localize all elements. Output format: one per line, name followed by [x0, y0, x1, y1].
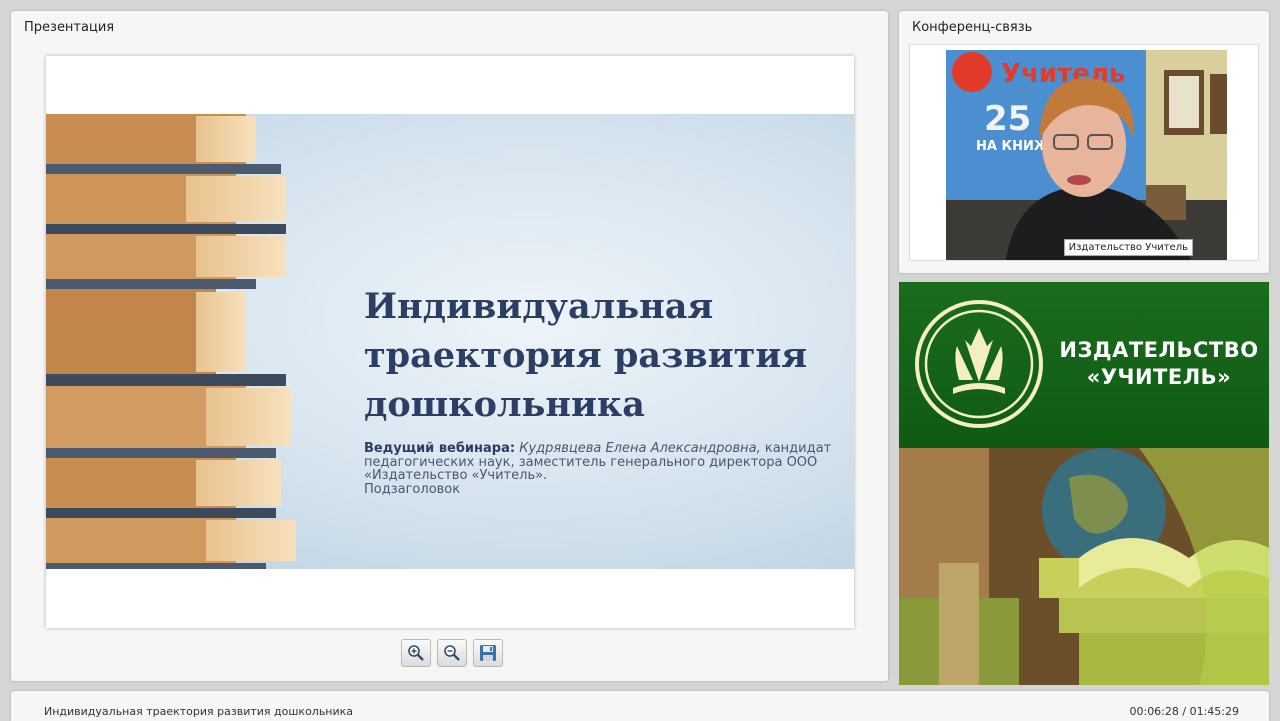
brand-line-1: ИЗДАТЕЛЬСТВО [1059, 338, 1259, 362]
conference-panel-title: Конференц-связь [912, 20, 1033, 35]
conference-panel: Конференц-связь Учитель 25 НА КНИЖ Издат… [899, 11, 1269, 273]
publisher-logo-icon [915, 300, 1043, 428]
zoom-in-icon [408, 645, 424, 661]
zoom-in-button[interactable] [401, 639, 431, 667]
slide-body: Индивидуальная траектория развития дошко… [46, 114, 854, 569]
book-1 [46, 114, 256, 164]
video-participant-label: Издательство Учитель [1063, 239, 1193, 256]
presentation-panel-title: Презентация [24, 20, 115, 35]
slide: Индивидуальная траектория развития дошко… [46, 56, 854, 628]
save-icon [480, 645, 496, 661]
book-2 [46, 174, 286, 224]
books-and-globe-photo [899, 448, 1269, 685]
webcam-scene: Учитель 25 НА КНИЖ [946, 50, 1227, 260]
book-7 [46, 518, 296, 563]
subtitle-placeholder: Подзаголовок [364, 481, 461, 497]
poster-number: 25 [984, 99, 1031, 139]
slide-toolbar [401, 639, 503, 667]
book-4 [46, 289, 246, 374]
poster-caption: НА КНИЖ [976, 139, 1050, 154]
book-3 [46, 234, 286, 279]
slide-title: Индивидуальная траектория развития дошко… [364, 286, 808, 425]
publisher-banner: ИЗДАТЕЛЬСТВО «УЧИТЕЛЬ» [899, 282, 1269, 448]
books-globe-illustration [899, 448, 1269, 685]
book-5 [46, 386, 291, 448]
save-button[interactable] [473, 639, 503, 667]
webcam-video[interactable]: Учитель 25 НА КНИЖ Издательство Учитель [946, 50, 1227, 260]
video-frame: Учитель 25 НА КНИЖ Издательство Учитель [909, 44, 1259, 261]
presentation-panel: Презентация Индивидуальная траектория ра… [11, 11, 888, 681]
slide-subtitle: Ведущий вебинара: Кудрявцева Елена Алекс… [364, 442, 834, 496]
playback-time: 00:06:28 / 01:45:29 [1129, 705, 1239, 718]
publisher-ad-panel: ИЗДАТЕЛЬСТВО «УЧИТЕЛЬ» [899, 282, 1269, 685]
status-webinar-title: Индивидуальная траектория развития дошко… [44, 705, 354, 718]
publisher-brand: ИЗДАТЕЛЬСТВО «УЧИТЕЛЬ» [1059, 337, 1259, 391]
book-6 [46, 458, 281, 508]
status-bar: Индивидуальная траектория развития дошко… [11, 691, 1269, 721]
book-stack-illustration [46, 114, 296, 569]
brand-line-2: «УЧИТЕЛЬ» [1086, 365, 1232, 389]
zoom-out-icon [444, 645, 460, 661]
zoom-out-button[interactable] [437, 639, 467, 667]
